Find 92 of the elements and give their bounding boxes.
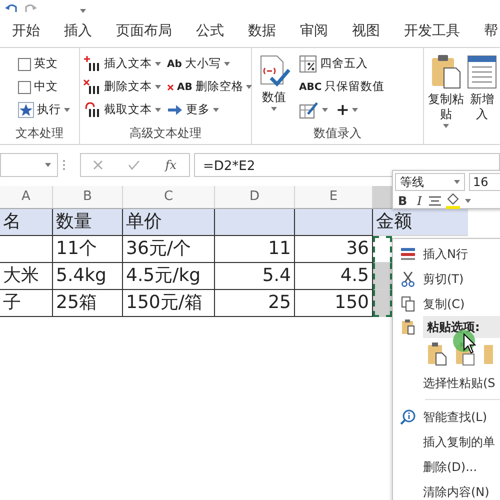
fill-color-icon[interactable]: [444, 193, 461, 209]
table-cell[interactable]: 25箱: [53, 290, 123, 317]
menu-item[interactable]: 复制(C): [393, 291, 500, 316]
ribbon-button[interactable]: 更多: [167, 101, 219, 119]
ribbon-tab[interactable]: 数据: [236, 16, 288, 47]
check-icon[interactable]: [128, 160, 140, 170]
ribbon-tab[interactable]: 页面布局: [104, 16, 184, 47]
ribbon-button[interactable]: AB 删除空格: [167, 78, 252, 96]
ribbon-button[interactable]: ABC 只保留数值: [299, 78, 385, 96]
italic-button[interactable]: I: [414, 194, 425, 208]
ribbon-tab[interactable]: 视图: [340, 16, 392, 47]
star-icon: [18, 102, 34, 118]
menu-item[interactable]: 插入复制的单: [393, 429, 500, 454]
menu-item[interactable]: 选择性粘贴(S: [393, 370, 500, 395]
copy-icon: [401, 296, 415, 312]
table-cell[interactable]: 4.5元/kg: [123, 263, 215, 290]
ribbon-icon-button[interactable]: [299, 101, 328, 119]
extract-text-icon: [83, 102, 101, 118]
align-center-icon[interactable]: [428, 196, 441, 206]
caret-icon: [454, 180, 460, 184]
paste-icon[interactable]: [427, 342, 447, 366]
ribbon-button[interactable]: 删除文本: [83, 78, 161, 96]
table-cell[interactable]: 大米: [0, 263, 53, 290]
column-header[interactable]: C: [123, 186, 215, 209]
table-cell[interactable]: 名: [0, 209, 53, 236]
table-cell[interactable]: [373, 290, 392, 317]
ribbon-tab[interactable]: 帮: [472, 16, 500, 47]
column-header[interactable]: D: [215, 186, 295, 209]
delete-text-icon: [83, 79, 101, 95]
group-label: 数值录入: [312, 125, 362, 142]
table-cell[interactable]: 子: [0, 290, 53, 317]
table-cell[interactable]: 金额: [373, 209, 468, 236]
column-header[interactable]: A: [0, 186, 53, 209]
ribbon-tab[interactable]: 开始: [0, 16, 52, 47]
checkbox[interactable]: 英文: [18, 55, 58, 73]
table-cell[interactable]: [0, 236, 53, 263]
ribbon-tab[interactable]: 审阅: [288, 16, 340, 47]
ribbon-tab[interactable]: 公式: [184, 16, 236, 47]
bold-button[interactable]: B: [395, 194, 410, 208]
table-cell[interactable]: 36: [295, 236, 373, 263]
ribbon-button[interactable]: 新增入: [469, 54, 495, 122]
ribbon-button[interactable]: 复制粘贴: [427, 54, 465, 128]
table-edit-icon: [299, 101, 319, 119]
table-cell[interactable]: 5.4kg: [53, 263, 123, 290]
clipboard-icon: [401, 319, 415, 335]
caret-icon: [80, 9, 86, 13]
insert-function-button[interactable]: fx: [165, 156, 177, 174]
table-cell[interactable]: 11: [215, 236, 295, 263]
font-size-field[interactable]: 16: [469, 173, 500, 191]
table-cell[interactable]: 150元/箱: [123, 290, 215, 317]
table-cell[interactable]: 5.4: [215, 263, 295, 290]
ribbon-button[interactable]: 执行: [18, 101, 70, 119]
ribbon-button[interactable]: +: [336, 98, 358, 122]
ribbon-button[interactable]: 截取文本: [83, 101, 161, 119]
table-cell[interactable]: 11个: [53, 236, 123, 263]
menu-item[interactable]: 剪切(T): [393, 266, 500, 291]
menu-item[interactable]: 删除(D)...: [393, 454, 500, 479]
ribbon-tab[interactable]: 插入: [52, 16, 104, 47]
more-icon: [62, 158, 66, 172]
smart-lookup-icon: [400, 408, 416, 424]
column-header[interactable]: B: [53, 186, 123, 209]
table-cell[interactable]: 数量: [53, 209, 123, 236]
clipboard-icon: [429, 54, 463, 90]
menu-item[interactable]: 插入N行: [393, 241, 500, 266]
ribbon-button[interactable]: 四舍五入: [299, 55, 368, 73]
caret-icon: [464, 199, 471, 203]
ribbon-button[interactable]: 数值: [255, 54, 293, 111]
percent-grid-icon: [299, 55, 317, 73]
table-cell[interactable]: 25: [215, 290, 295, 317]
group-label: 高级文本处理: [128, 125, 202, 142]
menu-item[interactable]: 清除内容(N): [393, 479, 500, 500]
insert-rows-icon: [400, 246, 416, 260]
table-cell[interactable]: [373, 263, 392, 290]
insert-text-icon: [83, 56, 101, 72]
table-cell[interactable]: 36元/个: [123, 236, 215, 263]
caret-icon: [45, 163, 51, 167]
table-cell[interactable]: 单价: [123, 209, 215, 236]
arrow-right-icon: [167, 104, 183, 116]
scissors-icon: [401, 270, 415, 286]
font-dropdown[interactable]: 等线: [395, 173, 465, 191]
ribbon-button[interactable]: Ab 大小写: [167, 55, 230, 73]
group-label: 文本处理: [14, 125, 64, 142]
table-cell[interactable]: [215, 209, 295, 236]
checkbox[interactable]: 中文: [18, 78, 58, 96]
ribbon-tab[interactable]: 开发工具: [392, 16, 472, 47]
table-cell[interactable]: [295, 209, 373, 236]
menu-item[interactable]: 智能查找(L): [393, 404, 500, 429]
menu-section-header: 粘贴选项:: [423, 316, 500, 338]
undo-icon[interactable]: [4, 2, 18, 14]
ribbon-button[interactable]: 插入文本: [83, 55, 161, 73]
column-header[interactable]: E: [295, 186, 373, 209]
delete-icon: [167, 84, 174, 90]
